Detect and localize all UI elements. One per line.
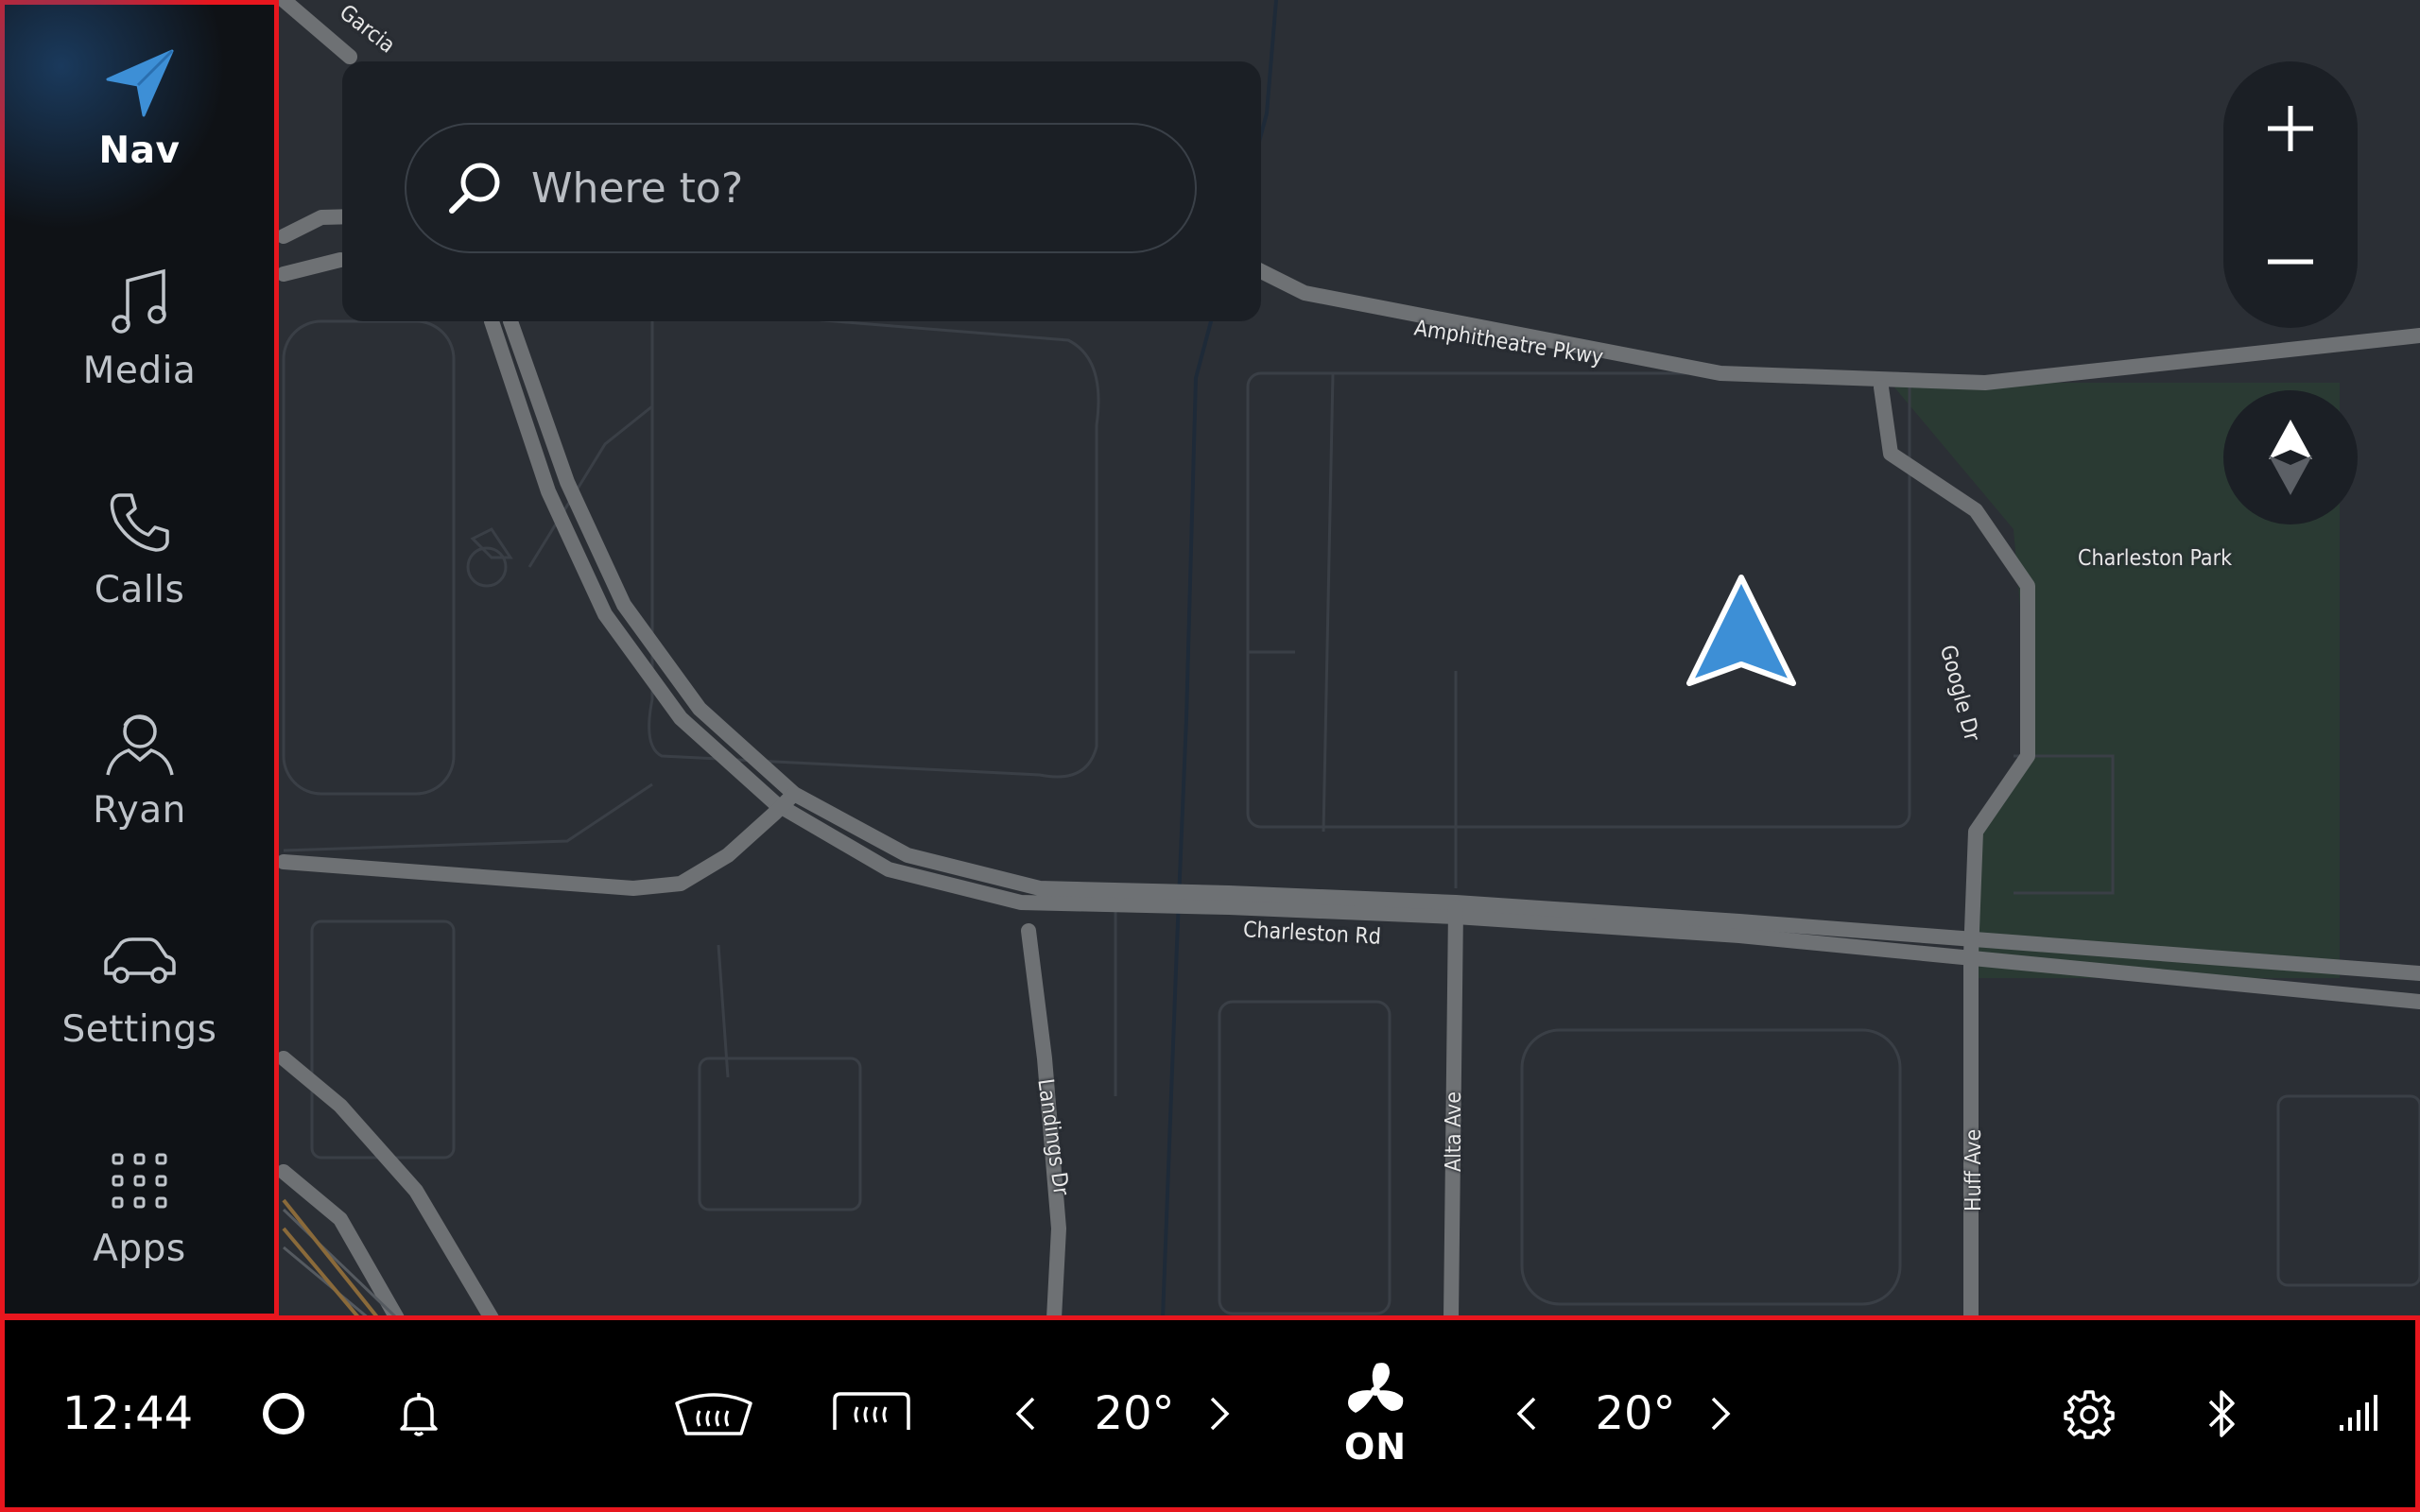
app-grid-icon [112, 1153, 166, 1209]
sidebar-item-label: Settings [61, 1008, 217, 1051]
fan-status: ON [1343, 1426, 1408, 1468]
home-button[interactable] [246, 1320, 321, 1507]
chevron-left-icon [1015, 1397, 1035, 1431]
sidebar-item-apps[interactable]: Apps [5, 1112, 274, 1301]
fan-icon [1348, 1363, 1404, 1413]
sidebar-item-label: Nav [98, 129, 181, 172]
sidebar-item-profile[interactable]: Ryan [5, 674, 274, 863]
clock: 12:44 [61, 1387, 194, 1440]
phone-icon [110, 493, 169, 552]
gear-icon [2064, 1390, 2115, 1439]
bell-icon [400, 1393, 438, 1436]
sidebar-item-settings[interactable]: Settings [5, 893, 274, 1082]
bluetooth-button[interactable] [2188, 1320, 2255, 1507]
sidebar: Nav Media Calls Ryan Settings Apps [0, 0, 279, 1318]
system-bar: 12:44 20° ON 20° [0, 1315, 2420, 1512]
chevron-right-icon [1210, 1397, 1230, 1431]
right-temperature: 20° [1595, 1387, 1676, 1440]
sidebar-item-calls[interactable]: Calls [5, 454, 274, 643]
plus-icon [2268, 105, 2313, 151]
search-icon [449, 163, 500, 214]
rear-defrost-icon [833, 1392, 910, 1430]
road-label-alta-ave: Alta Ave [1442, 1091, 1466, 1172]
search-card [342, 61, 1261, 321]
right-temp-increase-button[interactable] [1697, 1320, 1744, 1507]
zoom-in-button[interactable] [2223, 61, 2358, 195]
user-profile-icon [105, 714, 174, 776]
park-label-charleston: Charleston Park [2078, 546, 2233, 571]
signal-icon [2340, 1395, 2377, 1431]
sidebar-item-media[interactable]: Media [5, 234, 274, 423]
chevron-right-icon [1711, 1397, 1731, 1431]
search-input[interactable] [529, 163, 1100, 214]
minus-icon [2268, 259, 2313, 264]
home-circle-icon [263, 1393, 304, 1435]
navigation-arrow-icon [106, 49, 173, 117]
front-defrost-icon [675, 1393, 752, 1435]
notifications-button[interactable] [381, 1320, 457, 1507]
compass-button[interactable] [2223, 390, 2358, 524]
current-location-marker [1686, 575, 1796, 686]
sidebar-item-label: Apps [93, 1228, 186, 1270]
music-note-icon [111, 268, 166, 334]
signal-status [2321, 1320, 2396, 1507]
fan-control[interactable]: ON [1323, 1320, 1427, 1507]
right-temp-decrease-button[interactable] [1503, 1320, 1550, 1507]
left-temp-decrease-button[interactable] [1002, 1320, 1049, 1507]
chevron-left-icon [1516, 1397, 1536, 1431]
search-box[interactable] [405, 123, 1197, 253]
sidebar-item-label: Calls [94, 569, 185, 611]
sidebar-item-label: Media [82, 350, 197, 392]
compass-icon [2269, 420, 2312, 495]
left-temp-increase-button[interactable] [1196, 1320, 1243, 1507]
settings-button[interactable] [2056, 1320, 2122, 1507]
sidebar-item-nav[interactable]: Nav [5, 14, 274, 203]
front-defrost-button[interactable] [666, 1320, 761, 1507]
sidebar-item-label: Ryan [93, 789, 186, 832]
bluetooth-icon [2208, 1390, 2235, 1437]
rear-defrost-button[interactable] [824, 1320, 919, 1507]
road-label-huff-ave: Huff Ave [1962, 1128, 1986, 1211]
left-temperature: 20° [1094, 1387, 1175, 1440]
zoom-out-button[interactable] [2223, 195, 2358, 328]
zoom-control [2223, 61, 2358, 328]
car-icon [103, 937, 176, 984]
